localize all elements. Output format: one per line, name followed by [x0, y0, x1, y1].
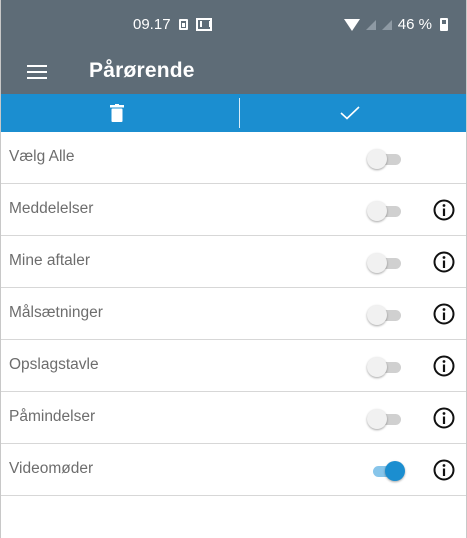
page-title: Pårørende — [89, 59, 195, 82]
list-item: Mine aftaler — [1, 236, 466, 288]
toggle-switch[interactable] — [367, 409, 405, 429]
toggle-thumb — [367, 253, 387, 273]
status-bar: 09.17 46 % — [1, 0, 466, 50]
list-item: Vælg Alle — [1, 132, 466, 184]
list-item-label: Mine aftaler — [9, 252, 90, 269]
info-icon[interactable] — [433, 459, 455, 481]
signal-icon — [365, 19, 376, 30]
toggle-switch[interactable] — [367, 461, 405, 481]
notification-icon — [178, 19, 188, 30]
action-bar — [1, 94, 466, 132]
toggle-switch[interactable] — [367, 357, 405, 377]
list-item: Meddelelser — [1, 184, 466, 236]
toggle-switch[interactable] — [367, 201, 405, 221]
info-icon[interactable] — [433, 303, 455, 325]
status-right: 46 % — [343, 16, 448, 33]
list-item: Målsætninger — [1, 288, 466, 340]
toggle-switch[interactable] — [367, 305, 405, 325]
list-item-label: Målsætninger — [9, 304, 103, 321]
wifi-icon — [343, 18, 360, 31]
list-item: Påmindelser — [1, 392, 466, 444]
toggle-thumb — [385, 461, 405, 481]
toggle-thumb — [367, 409, 387, 429]
list-item-label: Påmindelser — [9, 408, 96, 425]
toggle-thumb — [367, 305, 387, 325]
action-divider — [239, 98, 240, 128]
status-left: 09.17 — [133, 16, 212, 33]
info-icon[interactable] — [433, 407, 455, 429]
list-item-label: Meddelelser — [9, 200, 94, 217]
info-icon[interactable] — [433, 355, 455, 377]
list-item-label: Videomøder — [9, 460, 94, 477]
toggle-switch[interactable] — [367, 253, 405, 273]
list-item: Videomøder — [1, 444, 466, 496]
status-time: 09.17 — [133, 16, 171, 33]
list-item-label: Vælg Alle — [9, 148, 75, 165]
info-icon[interactable] — [433, 251, 455, 273]
info-icon[interactable] — [433, 199, 455, 221]
toggle-thumb — [367, 201, 387, 221]
menu-icon[interactable] — [27, 65, 47, 79]
battery-percent: 46 % — [397, 16, 432, 33]
app-screen: 09.17 46 % Pårørende Vælg Alle Meddelels… — [0, 0, 467, 538]
trash-icon — [110, 104, 125, 122]
checkmark-icon — [340, 106, 360, 120]
gallery-icon — [195, 18, 212, 31]
list-item: Opslagstavle — [1, 340, 466, 392]
app-bar: Pårørende — [1, 50, 466, 94]
list-item-label: Opslagstavle — [9, 356, 99, 373]
toggle-thumb — [367, 149, 387, 169]
confirm-button[interactable] — [234, 94, 467, 132]
battery-icon — [440, 18, 448, 31]
signal-2-icon — [381, 19, 392, 30]
toggle-thumb — [367, 357, 387, 377]
permission-list: Vælg Alle Meddelelser Mine aftaler Målsætni… — [1, 132, 466, 496]
toggle-switch[interactable] — [367, 149, 405, 169]
delete-button[interactable] — [1, 94, 234, 132]
